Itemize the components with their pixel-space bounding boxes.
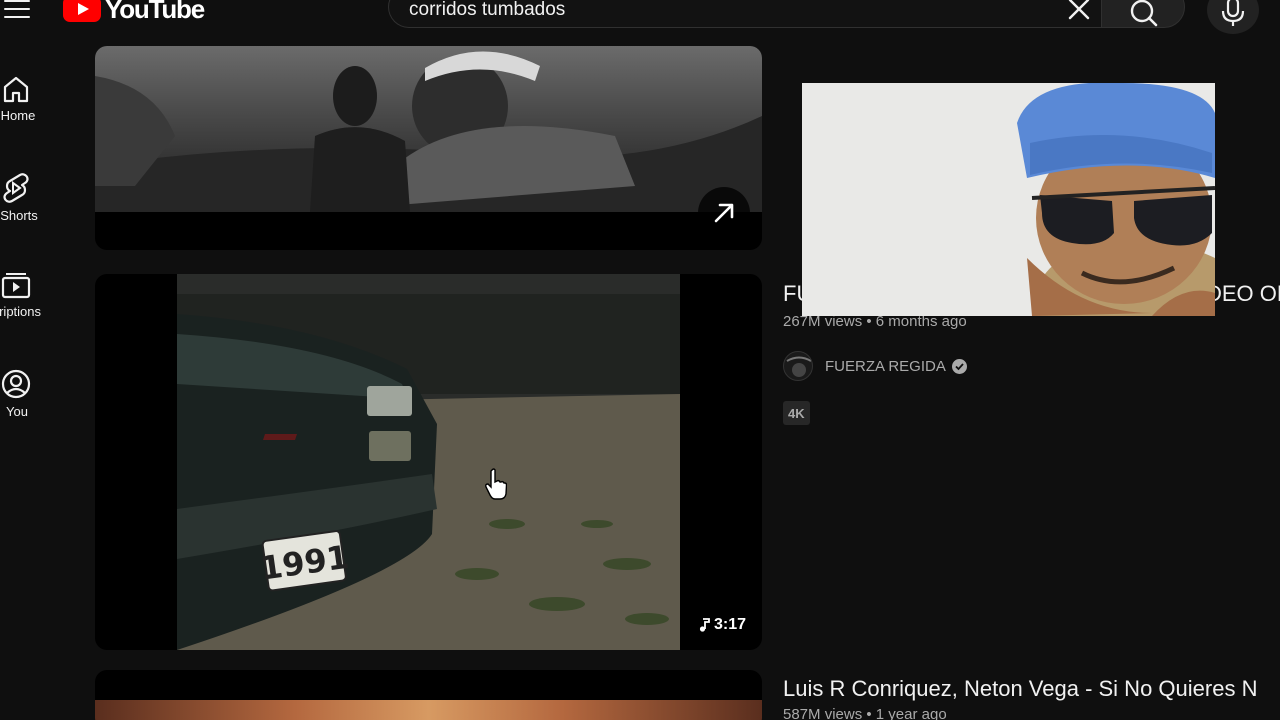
- thumbnail-image: 1991: [177, 274, 680, 650]
- thumbnail-image: [95, 46, 762, 212]
- view-count: 587M views: [783, 706, 863, 720]
- expand-icon: [714, 203, 734, 223]
- expand-button[interactable]: [698, 187, 750, 239]
- mic-icon: [1221, 0, 1245, 26]
- channel-avatar[interactable]: [783, 351, 813, 381]
- duration-text: 3:17: [713, 616, 746, 633]
- left-nav: Home Shorts Subscriptions You: [0, 46, 80, 720]
- sidebar-item-home[interactable]: Home: [0, 74, 70, 154]
- search-icon: [1130, 0, 1158, 27]
- search-box[interactable]: [388, 0, 1101, 28]
- search-button[interactable]: [1101, 0, 1185, 28]
- top-bar: YouTube: [0, 0, 1280, 46]
- webcam-overlay: [802, 83, 1215, 316]
- you-icon: [1, 369, 31, 399]
- close-icon: [1068, 0, 1090, 20]
- clear-search-button[interactable]: [1064, 0, 1094, 24]
- shorts-icon: [3, 173, 29, 203]
- sidebar-item-label: You: [6, 404, 28, 419]
- video-thumbnail[interactable]: [95, 46, 762, 250]
- hand-cursor-icon: [485, 468, 508, 500]
- sidebar-item-shorts[interactable]: Shorts: [0, 172, 70, 252]
- channel-name[interactable]: FUERZA REGIDA: [825, 358, 946, 375]
- music-note-icon: [699, 618, 710, 632]
- logo-text: YouTube: [105, 0, 205, 24]
- video-thumbnail[interactable]: [95, 670, 762, 720]
- sidebar-item-you[interactable]: You: [0, 368, 70, 448]
- sidebar-item-label: Home: [0, 108, 36, 123]
- upload-age: 1 year ago: [875, 706, 947, 720]
- duration-badge: 3:17: [694, 614, 750, 636]
- video-title[interactable]: Luis R Conriquez, Neton Vega - Si No Qui…: [783, 676, 1280, 702]
- menu-icon[interactable]: [2, 0, 32, 22]
- youtube-logo[interactable]: YouTube: [63, 0, 205, 24]
- quality-badge: 4K: [783, 401, 810, 425]
- voice-search-button[interactable]: [1207, 0, 1259, 34]
- thumbnail-image: [95, 700, 762, 720]
- channel-row[interactable]: FUERZA REGIDA: [783, 351, 967, 381]
- mouse-cursor: [485, 468, 508, 500]
- video-meta: 587M views • 1 year ago: [783, 706, 947, 720]
- sidebar-item-label: Shorts: [0, 208, 38, 223]
- sidebar-item-label: Subscriptions: [0, 304, 42, 319]
- verified-icon: [951, 358, 967, 374]
- youtube-logo-icon: [63, 0, 101, 22]
- home-icon: [3, 76, 29, 103]
- sidebar-item-subscriptions[interactable]: Subscriptions: [0, 270, 70, 350]
- video-thumbnail[interactable]: 1991 3:17: [95, 274, 762, 650]
- subscriptions-icon: [1, 273, 31, 299]
- meta-separator: •: [866, 706, 876, 720]
- search-input[interactable]: [409, 0, 1049, 23]
- video-title-right: DEO OF: [1206, 281, 1280, 306]
